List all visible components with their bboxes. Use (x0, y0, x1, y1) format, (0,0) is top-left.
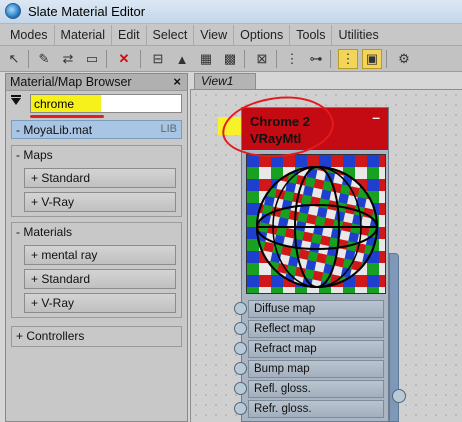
input-socket[interactable] (234, 362, 247, 375)
slot-refract-map[interactable]: Refract map (234, 339, 386, 358)
browser-search-row: chrome (6, 92, 187, 116)
library-moyalib[interactable]: - MoyaLib.mat LIB (11, 120, 182, 139)
minimize-icon[interactable]: – (372, 109, 380, 125)
slot-refr-gloss[interactable]: Refr. gloss. (234, 399, 386, 418)
group-controllers[interactable]: + Controllers (11, 326, 182, 347)
slot-label: Refract map (248, 340, 384, 358)
checker-alt-icon[interactable]: ▩ (220, 49, 240, 69)
material-preview-sphere (246, 154, 386, 294)
menu-tools[interactable]: Tools (290, 24, 333, 45)
group-maps-header[interactable]: - Maps (12, 146, 181, 165)
search-options-bar-icon (11, 95, 21, 97)
menu-edit[interactable]: Edit (112, 24, 147, 45)
delete-x-icon[interactable]: ✕ (114, 49, 134, 69)
search-options-dropdown-icon[interactable] (11, 98, 21, 105)
checker-background-icon[interactable]: ▦ (196, 49, 216, 69)
node-type: VRayMtl (250, 131, 302, 146)
slot-bump-map[interactable]: Bump map (234, 359, 386, 378)
browser-title: Material/Map Browser (10, 75, 132, 89)
menu-modes[interactable]: Modes (4, 24, 55, 45)
material-id-icon[interactable]: ⚙ (394, 49, 414, 69)
materials-mental-ray[interactable]: + mental ray (24, 245, 176, 265)
put-to-scene-icon[interactable]: ⇄ (58, 49, 78, 69)
group-materials: - Materials + mental ray + Standard + V-… (11, 222, 182, 318)
group-materials-header[interactable]: - Materials (12, 223, 181, 242)
select-pointer-icon[interactable]: ↖ (4, 49, 24, 69)
slot-label: Refr. gloss. (248, 400, 384, 418)
menu-material[interactable]: Material (55, 24, 112, 45)
chrome-sphere-preview (247, 155, 385, 293)
browser-header: Material/Map Browser × (6, 74, 187, 91)
eyedropper-icon[interactable]: ✎ (34, 49, 54, 69)
layout-children-icon[interactable]: ⋮ (282, 49, 302, 69)
node-header[interactable]: Chrome 2 VRayMtl – (242, 108, 388, 150)
input-socket[interactable] (234, 302, 247, 315)
input-socket[interactable] (234, 342, 247, 355)
hide-unused-slots-icon[interactable]: ⋮ (338, 49, 358, 69)
title-bar: Slate Material Editor (0, 0, 462, 24)
menu-view[interactable]: View (194, 24, 235, 45)
slot-refl-gloss[interactable]: Refl. gloss. (234, 379, 386, 398)
node-title: Chrome 2 (250, 114, 310, 129)
menu-select[interactable]: Select (147, 24, 195, 45)
input-socket[interactable] (234, 322, 247, 335)
app-icon (5, 3, 21, 19)
put-to-library-icon[interactable]: ▭ (82, 49, 102, 69)
input-socket[interactable] (234, 402, 247, 415)
library-tag: LIB (160, 123, 177, 135)
materials-vray[interactable]: + V-Ray (24, 293, 176, 313)
material-map-browser: Material/Map Browser × chrome - MoyaLib.… (5, 73, 188, 422)
layout-icon[interactable]: ⊠ (252, 49, 272, 69)
slot-label: Refl. gloss. (248, 380, 384, 398)
assign-to-selection-icon[interactable]: ⊟ (148, 49, 168, 69)
library-name: - MoyaLib.mat (16, 123, 93, 137)
make-unique-icon[interactable]: ▲ (172, 49, 192, 69)
tab-view1[interactable]: View1 (194, 73, 256, 89)
slot-label: Bump map (248, 360, 384, 378)
close-icon[interactable]: × (173, 74, 181, 89)
output-socket[interactable] (392, 389, 406, 403)
show-map-in-viewport-icon[interactable]: ▣ (362, 49, 382, 69)
menu-options[interactable]: Options (234, 24, 291, 45)
input-socket[interactable] (234, 382, 247, 395)
maps-vray[interactable]: + V-Ray (24, 192, 176, 212)
maps-standard[interactable]: + Standard (24, 168, 176, 188)
slot-diffuse-map[interactable]: Diffuse map (234, 299, 386, 318)
annotation-underline (30, 115, 104, 118)
material-node-chrome[interactable]: Chrome 2 VRayMtl – Diffuse map Reflect m… (234, 107, 389, 422)
slot-label: Diffuse map (248, 300, 384, 318)
slot-reflect-map[interactable]: Reflect map (234, 319, 386, 338)
move-children-icon[interactable]: ⊶ (306, 49, 326, 69)
search-input[interactable] (30, 94, 182, 113)
window-title: Slate Material Editor (28, 4, 146, 19)
materials-standard[interactable]: + Standard (24, 269, 176, 289)
menu-utilities[interactable]: Utilities (332, 25, 384, 45)
toolbar: ↖ ✎ ⇄ ▭ ✕ ⊟ ▲ ▦ ▩ ⊠ ⋮ ⊶ ⋮ ▣ ⚙ (0, 46, 462, 72)
menu-bar: Modes Material Edit Select View Options … (0, 24, 462, 46)
slot-label: Reflect map (248, 320, 384, 338)
group-maps: - Maps + Standard + V-Ray (11, 145, 182, 217)
